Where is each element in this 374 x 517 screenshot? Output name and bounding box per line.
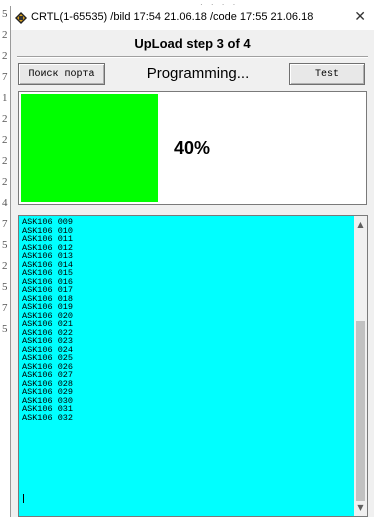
log-lines: ASK106 009 ASK106 010 ASK106 011 ASK106 012…	[22, 218, 353, 422]
background-edge-char: 2	[2, 155, 8, 167]
scroll-down-arrow-icon[interactable]: ▼	[354, 501, 367, 514]
background-edge-char: 2	[2, 176, 8, 188]
log-textarea[interactable]: ASK106 009 ASK106 010 ASK106 011 ASK106 012…	[18, 215, 368, 517]
background-edge-char: 7	[2, 218, 8, 230]
progress-percent: 40%	[174, 137, 211, 158]
background-edge-char: 7	[2, 71, 8, 83]
background-edge-char: 2	[2, 29, 8, 41]
window-title: CRTL(1-65535) /bild 17:54 21.06.18 /code…	[31, 11, 314, 23]
progress-panel: 40%	[18, 91, 367, 205]
background-edge-char: 2	[2, 260, 8, 272]
log-scrollbar[interactable]: ▲ ▼	[354, 216, 367, 516]
find-port-button[interactable]: Поиск порта	[18, 63, 105, 85]
background-edge-char: 2	[2, 134, 8, 146]
background-edge-char: 4	[2, 197, 8, 209]
status-text: Programming...	[146, 65, 250, 82]
scroll-up-arrow-icon[interactable]: ▲	[354, 218, 367, 231]
app-icon	[15, 12, 27, 24]
step-header: UpLoad step 3 of 4	[134, 36, 251, 51]
background-edge-char: 5	[2, 239, 8, 251]
upload-window: CRTL(1-65535) /bild 17:54 21.06.18 /code…	[10, 6, 374, 517]
background-edge-char: 2	[2, 50, 8, 62]
background-edge-char: 1	[2, 92, 8, 104]
progress-bar-fill	[21, 94, 159, 202]
log-line: ASK106 032	[22, 412, 74, 423]
background-edge-char: 7	[2, 302, 8, 314]
scroll-thumb[interactable]	[356, 321, 365, 501]
test-button[interactable]: Test	[289, 63, 365, 85]
header-divider	[17, 56, 368, 58]
background-edge-char: 2	[2, 113, 8, 125]
background-edge-char: 5	[2, 323, 8, 335]
close-icon[interactable]: ✕	[354, 9, 366, 25]
title-bar[interactable]: CRTL(1-65535) /bild 17:54 21.06.18 /code…	[11, 6, 374, 30]
background-edge-char: 5	[2, 281, 8, 293]
text-caret	[23, 494, 24, 503]
background-edge-char: 5	[2, 8, 8, 20]
